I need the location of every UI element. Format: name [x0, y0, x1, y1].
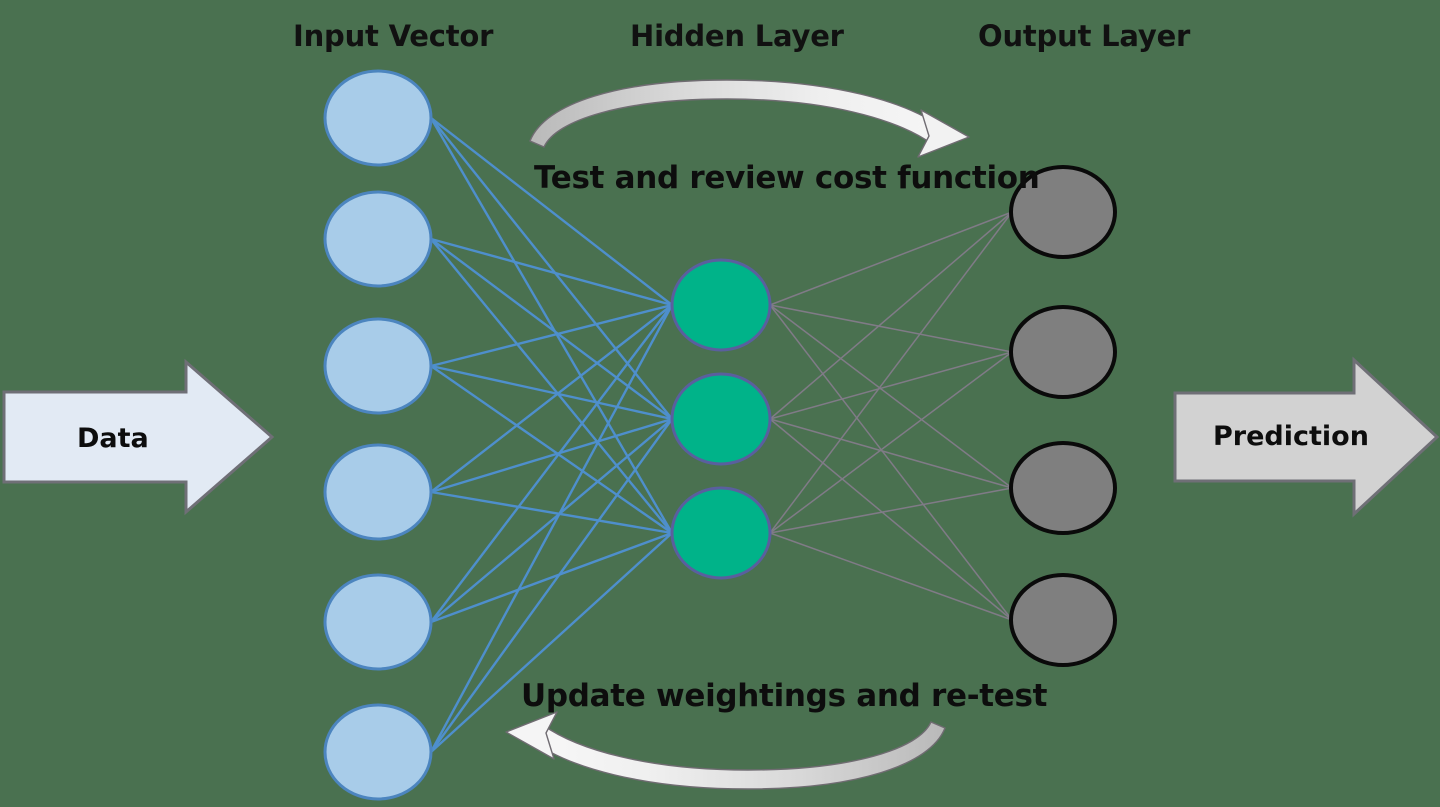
hidden-node[interactable] [670, 486, 772, 580]
input-layer-title: Input Vector [293, 19, 494, 53]
diagram-canvas: Input Vector Hidden Layer Output Layer T… [0, 0, 1440, 807]
edges-hidden-to-output [769, 211, 1013, 621]
output-node[interactable] [1009, 441, 1117, 535]
hidden-node[interactable] [670, 372, 772, 466]
output-node[interactable] [1009, 305, 1117, 399]
output-layer-nodes [1009, 165, 1117, 667]
output-node[interactable] [1009, 573, 1117, 667]
hidden-layer-nodes [670, 258, 772, 580]
forward-loop-arrow-icon [529, 79, 970, 158]
backprop-loop-label: Update weightings and re-test [521, 678, 1048, 714]
prediction-arrow-label: Prediction [1213, 421, 1369, 452]
data-arrow-label: Data [77, 423, 149, 454]
input-node[interactable] [323, 317, 433, 415]
input-node[interactable] [323, 69, 433, 167]
hidden-layer-title: Hidden Layer [630, 19, 844, 53]
edges-input-to-hidden [429, 117, 674, 753]
input-node[interactable] [323, 703, 433, 801]
backprop-loop-arrow-icon [505, 711, 946, 790]
input-node[interactable] [323, 443, 433, 541]
input-node[interactable] [323, 190, 433, 288]
output-layer-title: Output Layer [978, 19, 1191, 53]
hidden-node[interactable] [670, 258, 772, 352]
input-node[interactable] [323, 573, 433, 671]
forward-loop-label: Test and review cost function [534, 160, 1040, 196]
input-layer-nodes [323, 69, 433, 801]
